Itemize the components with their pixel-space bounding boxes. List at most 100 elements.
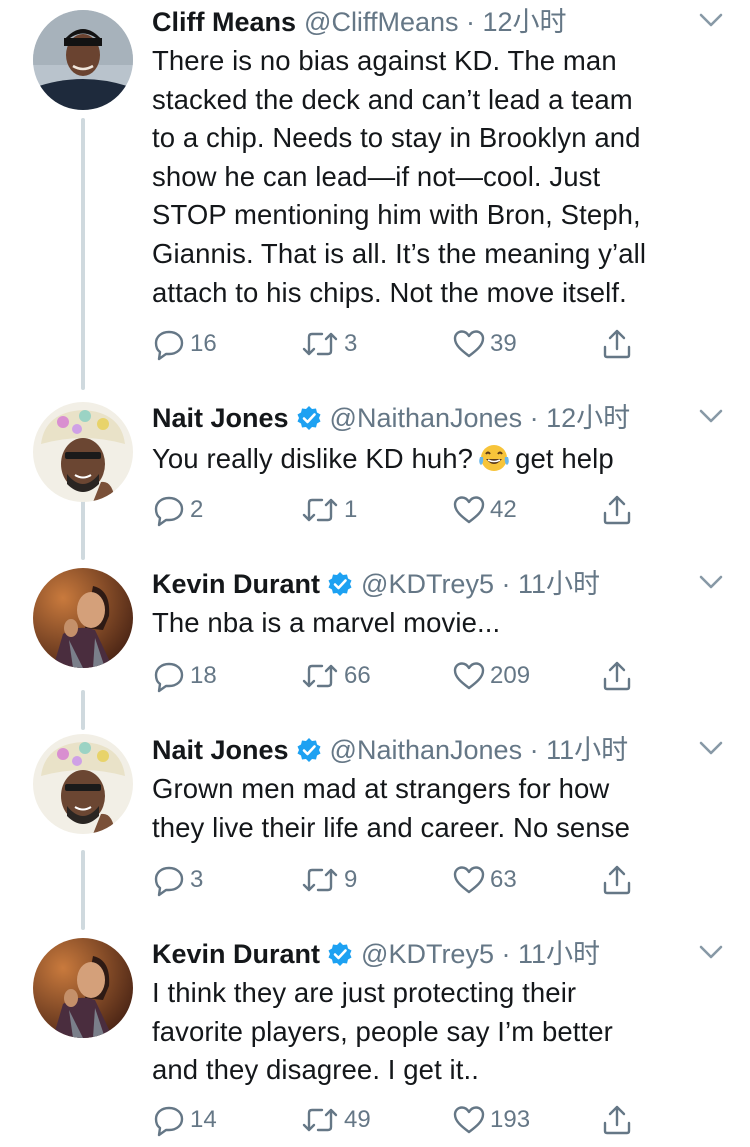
retweet-button[interactable]: 1	[300, 490, 357, 530]
chevron-down-icon[interactable]	[698, 572, 724, 592]
chevron-down-icon[interactable]	[698, 10, 724, 30]
timestamp[interactable]: 11小时	[518, 569, 600, 599]
tweet-header: Nait Jones @NaithanJones · 11小时	[152, 730, 730, 770]
separator-dot: ·	[522, 403, 547, 433]
tweet-line: I think they are just protecting their	[152, 977, 577, 1008]
reply-button[interactable]: 3	[152, 860, 203, 900]
tweet-text: Grown men mad at strangers for how they …	[152, 770, 712, 847]
retweet-button[interactable]: 9	[300, 860, 357, 900]
share-button[interactable]	[600, 656, 634, 696]
share-icon	[603, 661, 631, 691]
chevron-down-icon[interactable]	[698, 942, 724, 962]
separator-dot: ·	[493, 939, 518, 969]
tweet[interactable]: Cliff Means @CliffMeans · 12小时 There is n…	[0, 0, 750, 390]
tweet-header: Cliff Means @CliffMeans · 12小时	[152, 2, 730, 42]
reply-icon	[154, 866, 184, 897]
avatar[interactable]	[33, 734, 133, 834]
timestamp[interactable]: 11小时	[518, 939, 600, 969]
retweet-button[interactable]: 66	[300, 656, 371, 696]
timestamp[interactable]: 12小时	[483, 7, 567, 37]
reply-icon	[154, 662, 184, 693]
chevron-down-icon[interactable]	[698, 406, 724, 426]
avatar[interactable]	[33, 938, 133, 1038]
avatar[interactable]	[33, 568, 133, 668]
tweet-header: Kevin Durant @KDTrey5 · 11小时	[152, 934, 730, 974]
timestamp[interactable]: 12小时	[546, 403, 630, 433]
tweet-line: There is no bias against KD. The man	[152, 45, 617, 76]
chevron-down-icon[interactable]	[698, 738, 724, 758]
tweet-line: to a chip. Needs to stay in Brooklyn and	[152, 122, 641, 154]
reply-count: 14	[190, 1106, 217, 1133]
avatar[interactable]	[33, 402, 133, 502]
tweet-header: Kevin Durant @KDTrey5 · 11小时	[152, 564, 730, 604]
tweet[interactable]: Nait Jones @NaithanJones · 11小时 Grown men…	[0, 728, 750, 918]
timestamp[interactable]: 11小时	[546, 735, 628, 765]
share-button[interactable]	[600, 490, 634, 530]
tweet-line: attach to his chips. Not the move itself…	[152, 276, 627, 308]
reply-icon	[154, 330, 184, 361]
share-button[interactable]	[600, 860, 634, 900]
like-icon	[453, 1106, 485, 1134]
user-handle[interactable]: @KDTrey5	[361, 939, 494, 969]
like-icon	[453, 330, 485, 358]
reply-button[interactable]: 18	[152, 656, 217, 696]
reply-button[interactable]: 14	[152, 1100, 217, 1140]
reply-count: 18	[190, 662, 217, 689]
share-icon	[603, 329, 631, 359]
retweet-button[interactable]: 3	[300, 324, 357, 364]
tweet-header: Nait Jones @NaithanJones · 12小时	[152, 398, 730, 438]
verified-badge-icon	[328, 572, 352, 596]
retweet-count: 1	[344, 496, 358, 523]
tweet-actions: 18 66 209	[152, 656, 652, 696]
tweet-line: stacked the deck and can’t lead a team	[152, 83, 633, 115]
reply-icon	[154, 496, 184, 527]
share-button[interactable]	[600, 324, 634, 364]
tweet[interactable]: Kevin Durant @KDTrey5 · 11小时 The nba is a…	[0, 562, 750, 712]
like-count: 42	[490, 496, 517, 523]
like-count: 39	[490, 330, 517, 357]
like-count: 209	[490, 662, 531, 689]
user-handle[interactable]: @KDTrey5	[361, 569, 494, 599]
tweet-line: and they disagree. I get it..	[152, 1054, 479, 1086]
like-button[interactable]: 39	[452, 324, 517, 364]
separator-dot: ·	[493, 569, 518, 599]
like-icon	[453, 866, 485, 894]
tweet-text: The nba is a marvel movie...	[152, 604, 712, 643]
like-button[interactable]: 63	[452, 860, 517, 900]
tweet-line: The nba is a marvel movie...	[152, 607, 501, 638]
separator-dot: ·	[458, 7, 483, 37]
user-handle[interactable]: @NaithanJones	[330, 403, 523, 433]
verified-badge-icon	[328, 942, 352, 966]
retweet-icon	[302, 1108, 338, 1132]
share-button[interactable]	[600, 1100, 634, 1140]
tweet-text: I think they are just protecting their f…	[152, 974, 712, 1090]
reply-button[interactable]: 16	[152, 324, 217, 364]
display-name[interactable]: Kevin Durant	[152, 569, 320, 599]
verified-badge-icon	[297, 406, 321, 430]
avatar[interactable]	[33, 10, 133, 110]
share-icon	[603, 495, 631, 525]
display-name[interactable]: Kevin Durant	[152, 939, 320, 969]
display-name[interactable]: Nait Jones	[152, 403, 289, 433]
retweet-count: 9	[344, 866, 358, 893]
display-name[interactable]: Cliff Means	[152, 7, 296, 37]
display-name[interactable]: Nait Jones	[152, 735, 289, 765]
like-button[interactable]: 193	[452, 1100, 530, 1140]
verified-badge-icon	[297, 738, 321, 762]
tweet-text: You really dislike KD huh? get help	[152, 440, 712, 479]
like-count: 63	[490, 866, 517, 893]
retweet-icon	[302, 498, 338, 522]
tweet[interactable]: Nait Jones @NaithanJones · 12小时 You reall…	[0, 396, 750, 546]
tweet-line: show he can lead—if not—cool. Just	[152, 160, 601, 192]
retweet-button[interactable]: 49	[300, 1100, 371, 1140]
user-handle[interactable]: @NaithanJones	[330, 735, 523, 765]
reply-count: 16	[190, 330, 217, 357]
like-button[interactable]: 209	[452, 656, 530, 696]
like-icon	[453, 496, 485, 524]
share-icon	[603, 1105, 631, 1135]
tweet[interactable]: Kevin Durant @KDTrey5 · 11小时 I think they…	[0, 932, 750, 1147]
tweet-line: STOP mentioning him with Bron, Steph,	[152, 199, 641, 231]
user-handle[interactable]: @CliffMeans	[304, 7, 458, 37]
like-button[interactable]: 42	[452, 490, 517, 530]
reply-button[interactable]: 2	[152, 490, 203, 530]
